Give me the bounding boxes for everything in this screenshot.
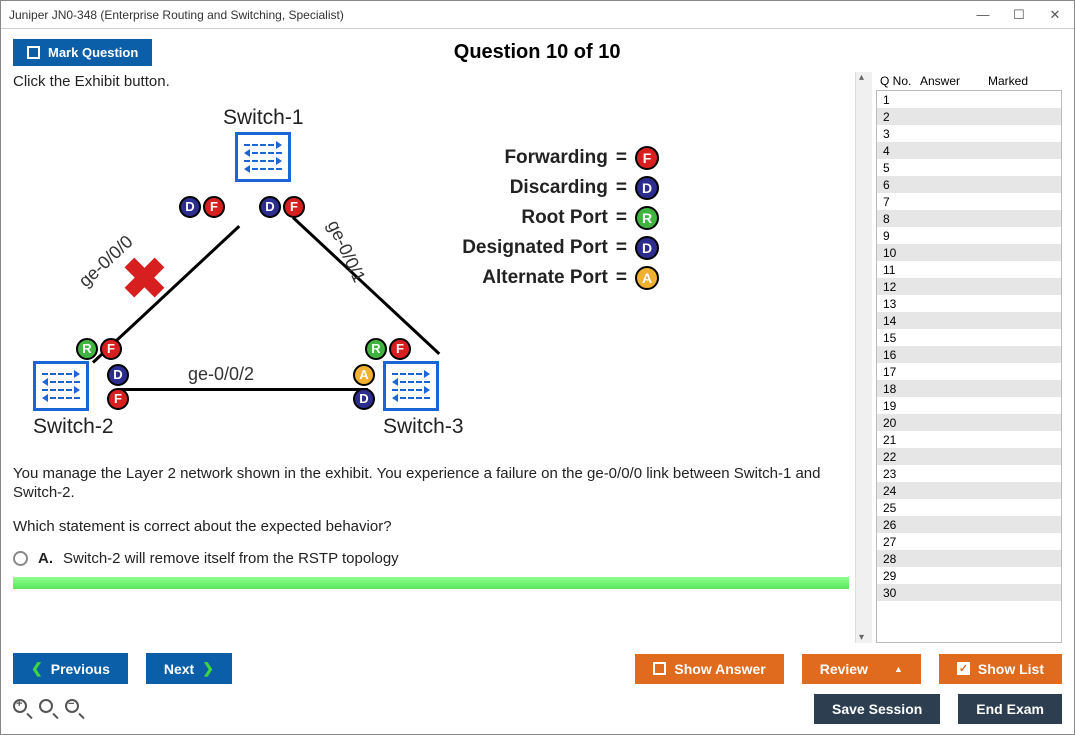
show-answer-button[interactable]: Show Answer bbox=[635, 654, 783, 684]
question-row[interactable]: 18 bbox=[877, 380, 1061, 397]
question-row[interactable]: 30 bbox=[877, 584, 1061, 601]
port-f-icon: F bbox=[389, 338, 411, 360]
previous-button[interactable]: ❮Previous bbox=[13, 653, 128, 684]
mark-label: Mark Question bbox=[48, 45, 138, 60]
question-row[interactable]: 16 bbox=[877, 346, 1061, 363]
port-r-icon: R bbox=[76, 338, 98, 360]
port-d-icon: D bbox=[107, 364, 129, 386]
zoom-icon[interactable] bbox=[39, 699, 59, 719]
progress-bar bbox=[13, 577, 849, 589]
question-row[interactable]: 15 bbox=[877, 329, 1061, 346]
radio-icon[interactable] bbox=[13, 551, 28, 566]
question-row[interactable]: 3 bbox=[877, 125, 1061, 142]
question-body-1: You manage the Layer 2 network shown in … bbox=[13, 464, 849, 503]
save-session-button[interactable]: Save Session bbox=[814, 694, 940, 724]
body: Click the Exhibit button. Switch-1 D bbox=[1, 72, 1074, 643]
question-row[interactable]: 8 bbox=[877, 210, 1061, 227]
question-row[interactable]: 23 bbox=[877, 465, 1061, 482]
failure-x-icon: ✖ bbox=[121, 246, 168, 312]
switch2: Switch-2 bbox=[33, 361, 114, 439]
legend-dp-icon: D bbox=[635, 236, 659, 260]
checkbox-icon bbox=[27, 46, 40, 59]
maximize-icon[interactable]: ☐ bbox=[1008, 7, 1030, 23]
question-row[interactable]: 25 bbox=[877, 499, 1061, 516]
app-window: Juniper JN0-348 (Enterprise Routing and … bbox=[0, 0, 1075, 735]
titlebar: Juniper JN0-348 (Enterprise Routing and … bbox=[1, 1, 1074, 29]
question-row[interactable]: 14 bbox=[877, 312, 1061, 329]
port-f-icon: F bbox=[100, 338, 122, 360]
question-row[interactable]: 6 bbox=[877, 176, 1061, 193]
sidebar-header: Q No. Answer Marked bbox=[876, 72, 1062, 90]
question-row[interactable]: 4 bbox=[877, 142, 1061, 159]
question-row[interactable]: 2 bbox=[877, 108, 1061, 125]
zoom-out-icon[interactable]: − bbox=[65, 699, 85, 719]
question-list[interactable]: 1234567891011121314151617181920212223242… bbox=[876, 90, 1062, 643]
window-title: Juniper JN0-348 (Enterprise Routing and … bbox=[9, 8, 972, 22]
question-row[interactable]: 24 bbox=[877, 482, 1061, 499]
question-list-sidebar: Q No. Answer Marked 12345678910111213141… bbox=[876, 72, 1062, 643]
checkbox-checked-icon bbox=[957, 662, 970, 675]
show-list-button[interactable]: Show List bbox=[939, 654, 1062, 684]
question-row[interactable]: 19 bbox=[877, 397, 1061, 414]
close-icon[interactable]: ✕ bbox=[1044, 7, 1066, 23]
link-label: ge-0/0/2 bbox=[188, 364, 254, 385]
question-row[interactable]: 7 bbox=[877, 193, 1061, 210]
port-d-icon: D bbox=[353, 388, 375, 410]
question-row[interactable]: 17 bbox=[877, 363, 1061, 380]
mark-question-button[interactable]: Mark Question bbox=[13, 39, 152, 66]
link-line bbox=[118, 388, 368, 391]
port-a-icon: A bbox=[353, 364, 375, 386]
option-a[interactable]: A. Switch-2 will remove itself from the … bbox=[13, 550, 849, 567]
zoom-controls: + − bbox=[13, 699, 85, 719]
question-row[interactable]: 28 bbox=[877, 550, 1061, 567]
legend-a-icon: A bbox=[635, 266, 659, 290]
question-row[interactable]: 13 bbox=[877, 295, 1061, 312]
question-row[interactable]: 1 bbox=[877, 91, 1061, 108]
header: Mark Question Question 10 of 10 bbox=[1, 29, 1074, 72]
legend-f-icon: F bbox=[635, 146, 659, 170]
question-row[interactable]: 27 bbox=[877, 533, 1061, 550]
content-scrollbar[interactable] bbox=[855, 72, 872, 643]
switch-icon bbox=[383, 361, 439, 411]
window-controls: — ☐ ✕ bbox=[972, 7, 1066, 23]
end-exam-button[interactable]: End Exam bbox=[958, 694, 1062, 724]
question-counter: Question 10 of 10 bbox=[152, 41, 922, 64]
port-f-icon: F bbox=[283, 196, 305, 218]
legend: Forwarding=F Discarding=D Root Port=R De… bbox=[462, 146, 659, 296]
port-f-icon: F bbox=[203, 196, 225, 218]
legend-r-icon: R bbox=[635, 206, 659, 230]
question-row[interactable]: 11 bbox=[877, 261, 1061, 278]
question-row[interactable]: 10 bbox=[877, 244, 1061, 261]
switch1: Switch-1 bbox=[223, 106, 304, 182]
question-row[interactable]: 12 bbox=[877, 278, 1061, 295]
question-row[interactable]: 9 bbox=[877, 227, 1061, 244]
question-row[interactable]: 29 bbox=[877, 567, 1061, 584]
main-panel: Click the Exhibit button. Switch-1 D bbox=[13, 72, 855, 643]
port-f-icon: F bbox=[107, 388, 129, 410]
checkbox-icon bbox=[653, 662, 666, 675]
question-row[interactable]: 22 bbox=[877, 448, 1061, 465]
review-button[interactable]: Review▲ bbox=[802, 654, 921, 684]
legend-d-icon: D bbox=[635, 176, 659, 200]
question-row[interactable]: 5 bbox=[877, 159, 1061, 176]
question-row[interactable]: 26 bbox=[877, 516, 1061, 533]
switch3: Switch-3 bbox=[383, 361, 464, 439]
question-intro: Click the Exhibit button. bbox=[13, 72, 849, 92]
minimize-icon[interactable]: — bbox=[972, 7, 994, 23]
next-button[interactable]: Next❯ bbox=[146, 653, 232, 684]
switch-icon bbox=[33, 361, 89, 411]
question-content: Click the Exhibit button. Switch-1 D bbox=[13, 72, 855, 643]
footer: ❮Previous Next❯ Show Answer Review▲ Show… bbox=[1, 643, 1074, 734]
question-body-2: Which statement is correct about the exp… bbox=[13, 517, 849, 537]
exhibit-diagram: Switch-1 D F D F bbox=[13, 106, 849, 446]
question-row[interactable]: 20 bbox=[877, 414, 1061, 431]
link-line bbox=[292, 216, 440, 355]
zoom-in-icon[interactable]: + bbox=[13, 699, 33, 719]
question-row[interactable]: 21 bbox=[877, 431, 1061, 448]
port-r-icon: R bbox=[365, 338, 387, 360]
port-d-icon: D bbox=[259, 196, 281, 218]
switch-icon bbox=[235, 132, 291, 182]
port-d-icon: D bbox=[179, 196, 201, 218]
